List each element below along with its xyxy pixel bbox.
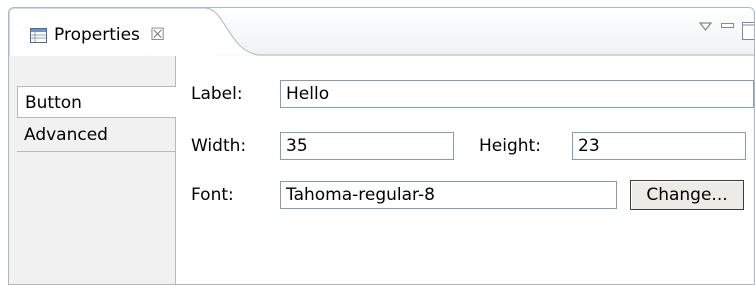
view-menu-triangle-icon[interactable]	[699, 22, 712, 32]
label-input[interactable]: Hello	[280, 80, 754, 108]
height-field-label: Height:	[479, 136, 541, 156]
font-input[interactable]: Tahoma-regular-8	[280, 181, 617, 209]
view-title-bar: Properties ☒	[9, 8, 754, 56]
properties-view: Properties ☒ Button Advanced Label: Hell…	[8, 7, 755, 285]
tab-title: Properties	[54, 25, 140, 45]
width-input[interactable]: 35	[280, 132, 454, 160]
minimize-icon[interactable]	[721, 22, 734, 32]
maximize-icon[interactable]	[742, 22, 755, 40]
change-font-button[interactable]: Change...	[630, 180, 744, 210]
label-field-label: Label:	[191, 84, 243, 104]
height-input[interactable]: 23	[572, 132, 746, 160]
properties-table-icon	[30, 28, 47, 43]
properties-form: Label: Hello Width: 35 Height: 23 Font: …	[176, 56, 754, 284]
close-icon[interactable]: ☒	[150, 24, 165, 46]
font-field-label: Font:	[191, 185, 234, 205]
section-tabs: Button Advanced	[9, 56, 176, 284]
tab-button[interactable]: Button	[17, 86, 176, 118]
tab-advanced[interactable]: Advanced	[17, 120, 175, 152]
width-field-label: Width:	[191, 136, 247, 156]
